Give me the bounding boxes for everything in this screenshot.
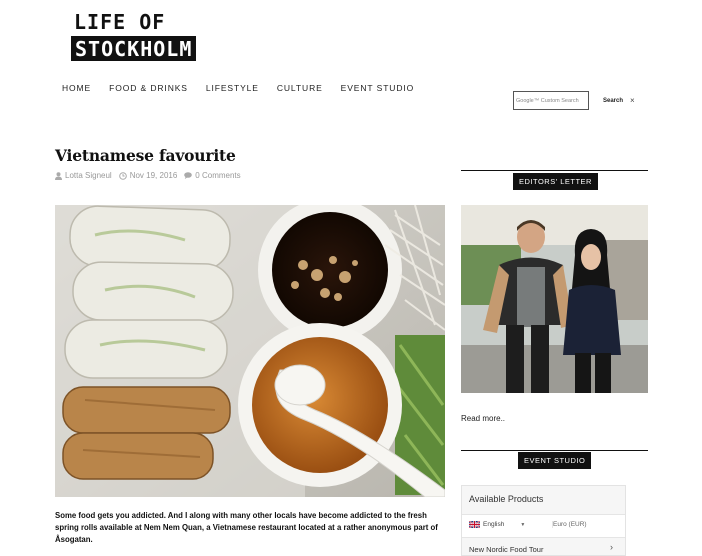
comment-count: 0 Comments bbox=[195, 171, 241, 180]
event-studio-label: EVENT STUDIO bbox=[518, 452, 592, 469]
products-widget: Available Products English ▼ Euro (EUR) … bbox=[461, 485, 626, 556]
article-meta: Lotta Signeul Nov 19, 2016 0 Comments bbox=[55, 171, 248, 180]
editors-photo[interactable] bbox=[461, 205, 648, 393]
chevron-down-icon: ▼ bbox=[520, 521, 526, 528]
currency-select[interactable]: Euro (EUR) bbox=[552, 521, 587, 528]
editors-letter-label: EDITORS' LETTER bbox=[513, 173, 598, 190]
sidebar-divider bbox=[461, 170, 648, 171]
language-select[interactable]: English ▼ bbox=[469, 521, 525, 528]
nav-culture[interactable]: CULTURE bbox=[277, 83, 323, 93]
language-value: English bbox=[483, 521, 505, 528]
article-body: Some food gets you addicted. And I along… bbox=[55, 511, 438, 544]
site-logo[interactable]: LIFE OF STOCKHOLM bbox=[71, 10, 197, 61]
clock-icon bbox=[118, 171, 127, 180]
uk-flag-icon bbox=[469, 521, 480, 528]
article-photo[interactable] bbox=[55, 205, 445, 497]
products-options-row: English ▼ Euro (EUR) bbox=[462, 514, 625, 538]
spring-rolls-image bbox=[55, 205, 445, 497]
editors-image bbox=[461, 205, 648, 393]
clear-search-icon[interactable]: × bbox=[630, 96, 635, 105]
search-input[interactable]: Google™ Custom Search bbox=[513, 91, 589, 110]
product-item[interactable]: New Nordic Food Tour bbox=[469, 545, 543, 554]
author-name: Lotta Signeul bbox=[65, 171, 112, 180]
article-title[interactable]: Vietnamese favourite bbox=[55, 146, 236, 165]
nav-food-drinks[interactable]: FOOD & DRINKS bbox=[109, 83, 188, 93]
logo-line-2: STOCKHOLM bbox=[71, 36, 197, 61]
comments-meta[interactable]: 0 Comments bbox=[184, 171, 241, 180]
products-title: Available Products bbox=[469, 494, 544, 504]
sidebar-divider-2 bbox=[461, 450, 648, 451]
nav-home[interactable]: HOME bbox=[62, 83, 91, 93]
logo-line-1: LIFE OF bbox=[74, 10, 166, 34]
user-icon bbox=[55, 171, 62, 180]
chevron-right-icon[interactable]: › bbox=[610, 542, 613, 552]
search-button[interactable]: Search bbox=[603, 98, 623, 104]
nav-event-studio[interactable]: EVENT STUDIO bbox=[341, 83, 414, 93]
post-date: Nov 19, 2016 bbox=[129, 171, 178, 180]
date-meta: Nov 19, 2016 bbox=[118, 171, 178, 180]
main-nav: HOME FOOD & DRINKS LIFESTYLE CULTURE EVE… bbox=[62, 83, 432, 93]
read-more-link[interactable]: Read more.. bbox=[461, 414, 505, 423]
author-meta[interactable]: Lotta Signeul bbox=[55, 171, 112, 180]
nav-lifestyle[interactable]: LIFESTYLE bbox=[206, 83, 259, 93]
comment-icon bbox=[184, 172, 193, 179]
